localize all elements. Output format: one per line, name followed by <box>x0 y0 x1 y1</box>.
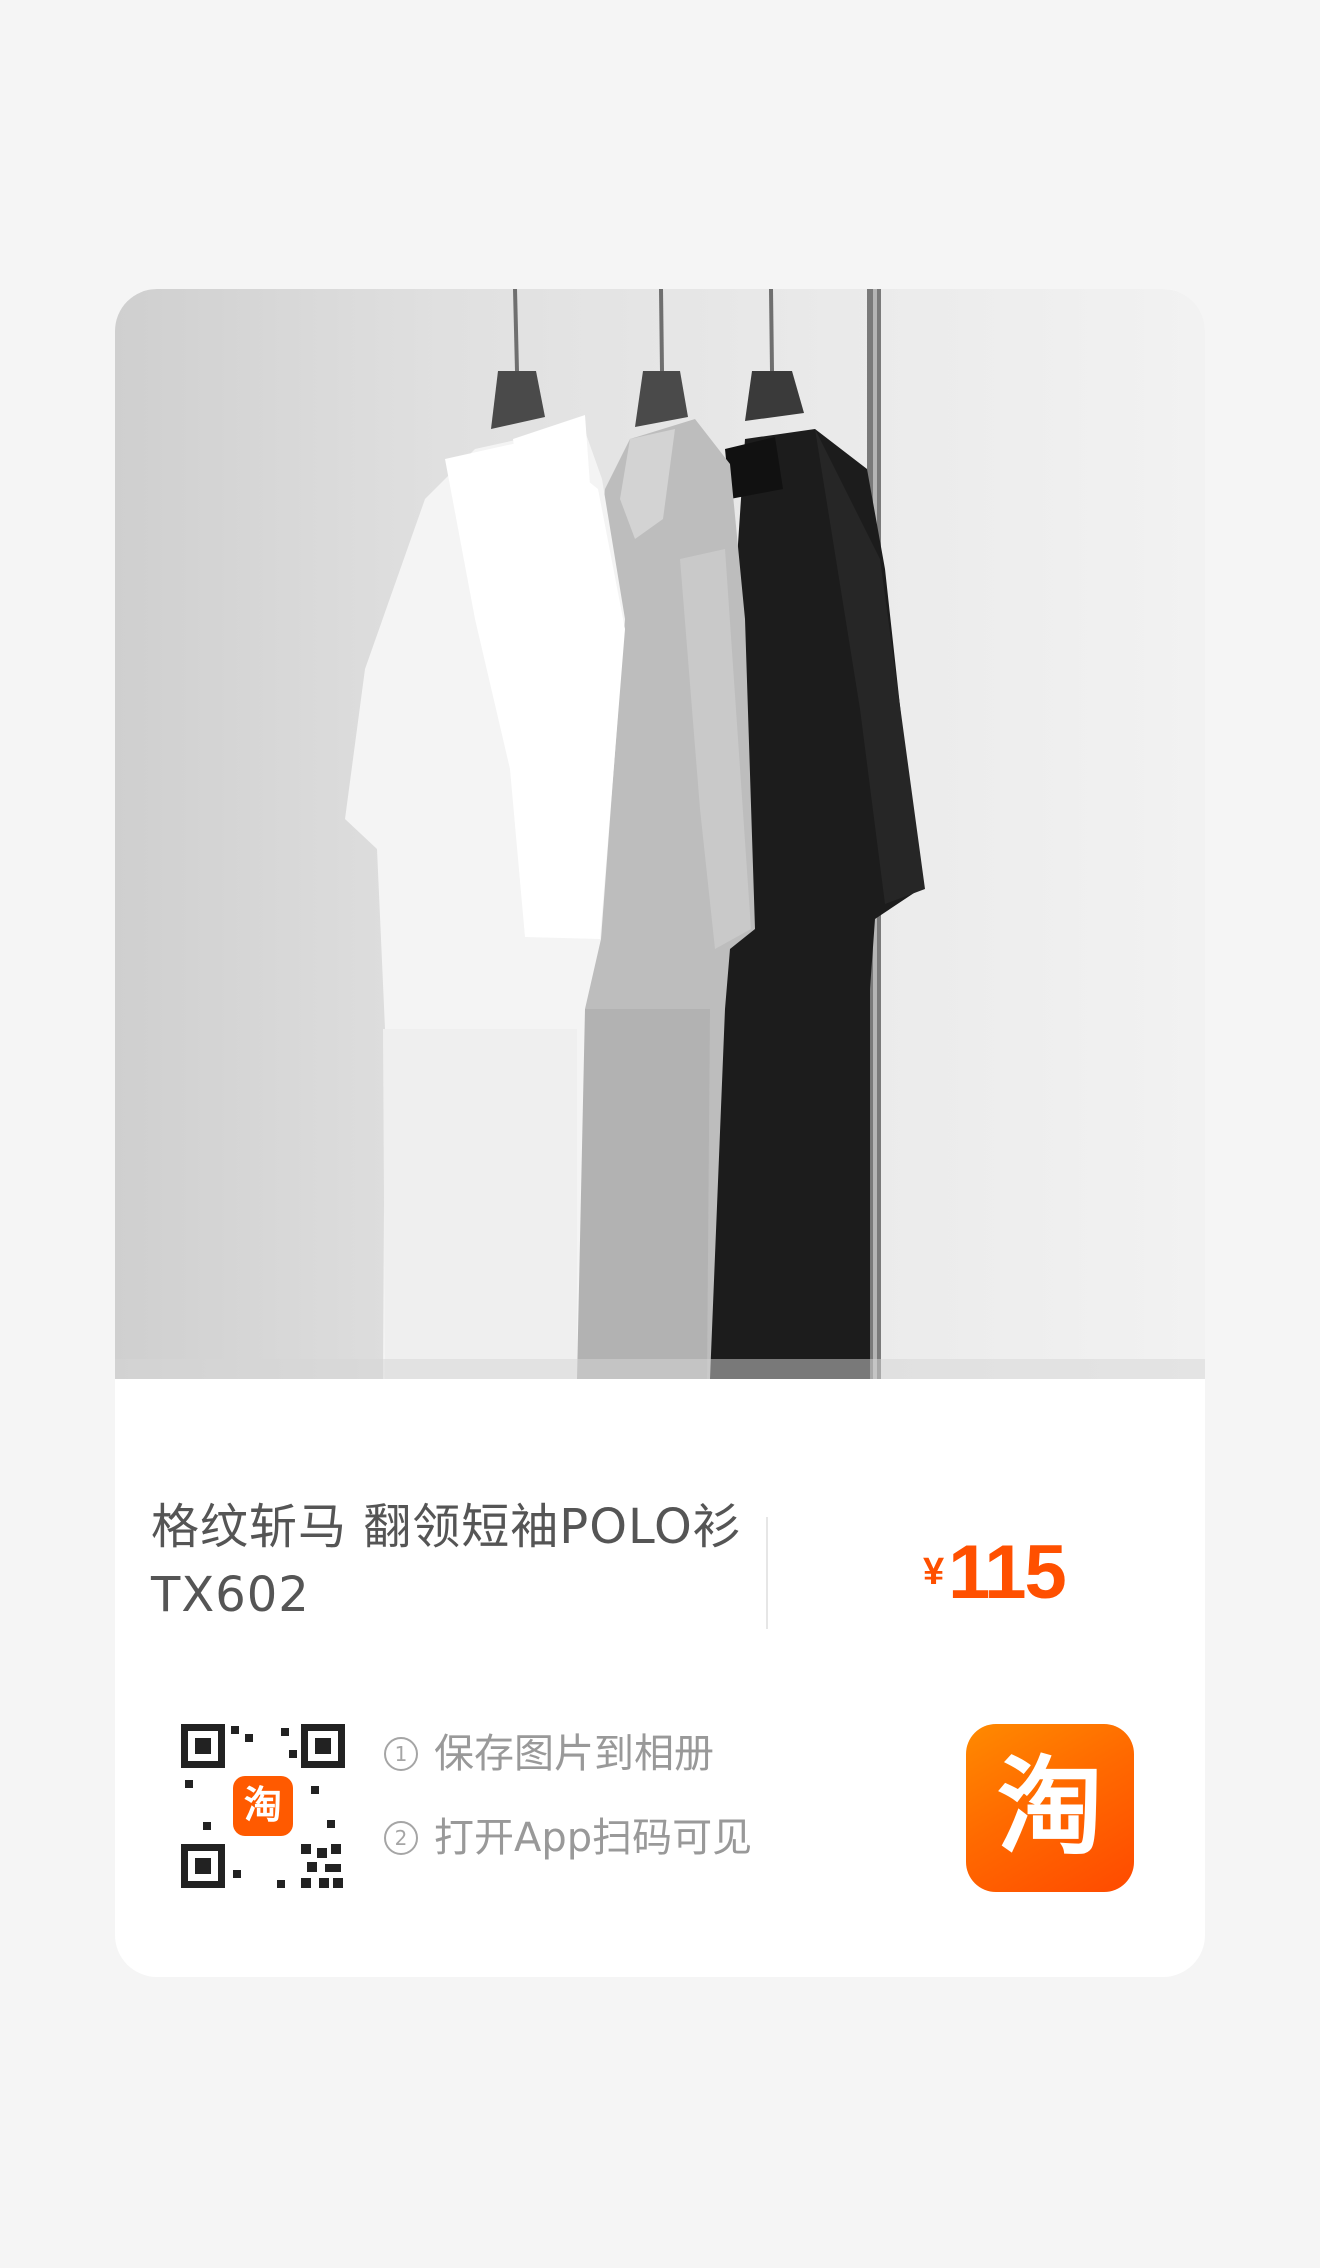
share-card: 格纹斩马 翻领短袖POLO衫TX602 ¥115 淘 1 保存图片到相册 2 打… <box>115 289 1205 1977</box>
step-text: 保存图片到相册 <box>434 1731 714 1777</box>
step-number: 2 <box>384 1821 418 1855</box>
qr-code-image: 淘 <box>181 1724 345 1888</box>
product-photo-art <box>115 289 1205 1379</box>
instruction-step: 2 打开App扫码可见 <box>384 1815 752 1861</box>
qr-code[interactable]: 淘 <box>181 1724 345 1888</box>
divider <box>766 1517 768 1629</box>
hanger-hook <box>513 289 519 372</box>
hanger-hook <box>769 289 774 372</box>
currency-symbol: ¥ <box>923 1551 945 1593</box>
scan-instructions: 1 保存图片到相册 2 打开App扫码可见 <box>384 1731 752 1861</box>
hanger-hook <box>659 289 664 372</box>
product-info: 格纹斩马 翻领短袖POLO衫TX602 ¥115 淘 1 保存图片到相册 2 打… <box>115 1379 1205 1977</box>
taobao-app-icon[interactable]: 淘 <box>966 1724 1134 1892</box>
step-number: 1 <box>384 1737 418 1771</box>
product-title[interactable]: 格纹斩马 翻领短袖POLO衫TX602 <box>151 1493 751 1629</box>
step-text: 打开App扫码可见 <box>434 1815 753 1861</box>
qr-badge-text: 淘 <box>244 1783 282 1827</box>
product-photo[interactable] <box>115 289 1205 1379</box>
instruction-step: 1 保存图片到相册 <box>384 1731 752 1777</box>
product-price: ¥115 <box>923 1529 1067 1616</box>
price-amount: 115 <box>948 1530 1067 1615</box>
